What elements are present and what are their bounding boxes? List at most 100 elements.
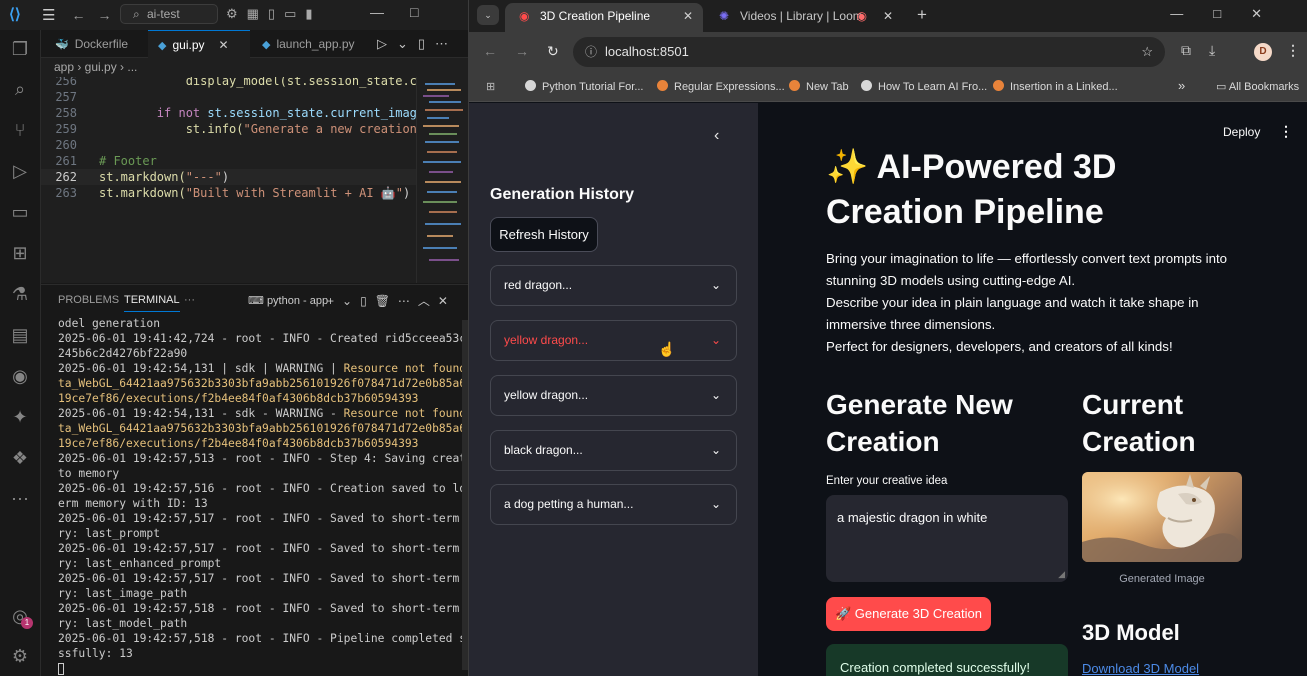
url-text: localhost:8501 <box>605 44 689 59</box>
chevron-down-icon: ⌄ <box>710 278 721 292</box>
code-line: 260 <box>55 138 77 152</box>
nav-arrows[interactable]: ←→ <box>71 7 123 23</box>
bookmark-favicon-icon <box>789 80 800 91</box>
bookmark-item[interactable]: New Tab <box>789 80 849 93</box>
terminal-selector[interactable]: ⌨ python - app <box>248 294 328 307</box>
run-debug-icon[interactable]: ▷ <box>9 160 31 182</box>
chevron-down-icon: ⌄ <box>710 333 721 347</box>
editor-actions[interactable]: ▷⌄▯⋯ <box>377 36 458 52</box>
browser-tab-loom[interactable]: ✺ Videos | Library | Loom ◉ ✕ <box>705 3 905 32</box>
terminal-line: 2025-06-01 19:41:42,724 - root - INFO - … <box>58 332 462 345</box>
code-editor[interactable]: 256 display_model(st.session_state.curre… <box>41 77 416 283</box>
bookmark-star-icon[interactable]: ☆ <box>1141 37 1153 67</box>
source-control-icon[interactable]: ⑂ <box>9 119 31 141</box>
kubernetes-icon[interactable]: ❖ <box>9 447 31 469</box>
explorer-icon[interactable]: ❐ <box>9 38 31 60</box>
window-controls[interactable]: —□ <box>370 4 444 20</box>
browser-tab-3d-pipeline[interactable]: ◉ 3D Creation Pipeline ✕ <box>505 3 703 32</box>
browser-nav[interactable]: ←→↻ <box>483 43 577 60</box>
settings-gear-icon[interactable]: ⚙ <box>9 645 31 667</box>
chevron-down-icon: ⌄ <box>710 388 721 402</box>
extensions-icon[interactable]: ⊞ <box>9 242 31 264</box>
remote-explorer-icon[interactable]: ▭ <box>9 201 31 223</box>
bookmark-favicon-icon <box>993 80 1004 91</box>
apps-grid-icon[interactable]: ⊞ <box>486 80 495 93</box>
resize-handle-icon[interactable]: ◢ <box>1058 569 1065 580</box>
history-item[interactable]: red dragon... ⌄ <box>490 265 737 306</box>
search-icon[interactable]: ⌕ <box>9 78 31 100</box>
main-menu-icon[interactable]: ⋮ <box>1279 123 1293 140</box>
tab-launch-app-py[interactable]: ◆ launch_app.py <box>262 30 355 58</box>
close-tab-icon[interactable]: ✕ <box>683 3 693 29</box>
terminal-line: 2025-06-01 19:42:54,131 - sdk - WARNING … <box>58 407 462 420</box>
bookmark-item[interactable]: Python Tutorial For... <box>525 80 644 93</box>
code-line: 261 # Footer <box>55 154 157 168</box>
terminal-line: 2025-06-01 19:42:57,517 - root - INFO - … <box>58 572 462 585</box>
success-text: Creation completed successfully! <box>840 660 1031 675</box>
terminal-line: ry: last_enhanced_prompt <box>58 557 222 570</box>
terminal-line: 2025-06-01 19:42:57,513 - root - INFO - … <box>58 452 462 465</box>
bookmarks-overflow-icon[interactable]: » <box>1178 78 1185 93</box>
copilot-icon[interactable]: ✦ <box>9 406 31 428</box>
profile-avatar[interactable]: D <box>1254 43 1272 61</box>
address-bar[interactable]: ⓘ localhost:8501 ☆ <box>573 37 1165 67</box>
terminal-line: to memory <box>58 467 120 480</box>
menu-icon[interactable]: ☰ <box>42 6 55 24</box>
history-item[interactable]: yellow dragon... ⌄ <box>490 320 737 361</box>
tab-terminal[interactable]: TERMINAL <box>124 294 180 312</box>
tab-gui-py[interactable]: ◆ gui.py ✕ <box>148 30 250 58</box>
recording-icon: ◉ <box>856 9 867 23</box>
chevron-down-icon: ⌄ <box>710 443 721 457</box>
panel-more-icon[interactable]: ··· <box>184 294 195 306</box>
generate-3d-button[interactable]: 🚀 Generate 3D Creation <box>826 597 991 631</box>
all-bookmarks[interactable]: ▭ All Bookmarks <box>1216 80 1299 93</box>
refresh-history-button[interactable]: Refresh History <box>490 217 598 252</box>
docker-icon[interactable]: ▤ <box>9 324 31 346</box>
github-icon[interactable]: ◉ <box>9 365 31 387</box>
bookmark-item[interactable]: Insertion in a Linked... <box>993 80 1118 93</box>
close-icon[interactable]: ✕ <box>219 38 229 52</box>
desktop: ⟨⟩ ☰ ←→ ⌕ ai-test ⚙▦▯▭▮ —□ ❐ ⌕ ⑂ ▷ ▭ ⊞ ⚗… <box>0 0 1307 676</box>
sidebar-title: Generation History <box>490 186 635 203</box>
search-text: ai-test <box>147 7 180 21</box>
search-icon: ⌕ <box>133 7 140 21</box>
more-icon[interactable]: ⋯ <box>9 488 31 510</box>
breadcrumb[interactable]: app › gui.py › ... <box>41 58 468 77</box>
collapse-sidebar-icon[interactable]: ‹ <box>714 127 719 145</box>
testing-icon[interactable]: ⚗ <box>9 283 31 305</box>
history-item[interactable]: yellow dragon... ⌄ <box>490 375 737 416</box>
creative-idea-input[interactable]: a majestic dragon in white ◢ <box>826 495 1068 582</box>
browser-menu-icon[interactable]: ⋮ <box>1286 42 1300 59</box>
success-alert: Creation completed successfully! <box>826 644 1068 676</box>
download-model-link[interactable]: Download 3D Model <box>1082 661 1199 676</box>
description-line: Perfect for designers, developers, and c… <box>826 339 1173 354</box>
python-file-icon: ◆ <box>158 40 167 52</box>
site-info-icon[interactable]: ⓘ <box>585 37 597 67</box>
code-line: 256 display_model(st.session_state.curre <box>55 77 416 88</box>
bookmark-item[interactable]: How To Learn AI Fro... <box>861 80 987 93</box>
bookmark-item[interactable]: Regular Expressions... <box>657 80 785 93</box>
minimap[interactable] <box>416 77 468 283</box>
bookmarks-bar: ⊞ Python Tutorial For... Regular Express… <box>469 72 1307 102</box>
accounts-icon[interactable]: ◎ <box>9 605 33 629</box>
layout-toggle-icons[interactable]: ⚙▦▯▭▮ <box>226 6 322 22</box>
browser-window-controls[interactable]: —□✕ <box>1170 6 1292 22</box>
close-tab-icon[interactable]: ◉ ✕ <box>856 3 893 29</box>
history-item[interactable]: a dog petting a human... ⌄ <box>490 484 737 525</box>
description-line: Bring your imagination to life — effortl… <box>826 251 1228 288</box>
activity-bar: ❐ ⌕ ⑂ ▷ ▭ ⊞ ⚗ ▤ ◉ ✦ ❖ ⋯ ◎ ⚙ <box>0 30 41 676</box>
vscode-logo-icon: ⟨⟩ <box>9 6 21 23</box>
tab-dockerfile[interactable]: 🐳 Dockerfile <box>55 30 128 58</box>
terminal-output[interactable]: odel generation 2025-06-01 19:41:42,724 -… <box>41 316 462 676</box>
panel-actions[interactable]: +⌄▯🗑⋯︿✕ <box>327 292 456 309</box>
command-center-search[interactable]: ⌕ ai-test <box>120 4 218 24</box>
tab-problems[interactable]: PROBLEMS <box>58 294 119 306</box>
deploy-button[interactable]: Deploy <box>1223 125 1260 139</box>
streamlit-sidebar: ‹ Generation History Refresh History red… <box>469 103 758 676</box>
new-tab-button[interactable]: + <box>917 5 927 25</box>
extension-download-icons[interactable]: ⧉⤓ <box>1181 42 1233 59</box>
terminal-line: 245b6c2d4276bf22a90 <box>58 347 188 360</box>
tab-search-icon[interactable]: ⌄ <box>477 5 499 25</box>
dragon-image-svg <box>1082 472 1242 562</box>
history-item[interactable]: black dragon... ⌄ <box>490 430 737 471</box>
